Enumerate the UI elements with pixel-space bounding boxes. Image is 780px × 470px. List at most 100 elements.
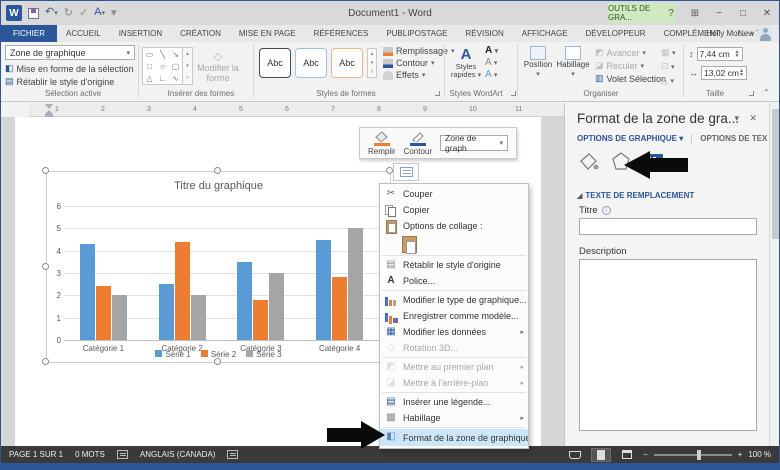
maximize-button[interactable]: □ — [733, 4, 753, 22]
tab-publipostage[interactable]: PUBLIPOSTAGE — [377, 25, 456, 42]
menu-item-couper[interactable]: Couper — [380, 186, 528, 202]
outline-mini-button[interactable]: Contour — [404, 131, 432, 156]
menu-item-rétablir-le-style-d-origine[interactable]: Rétablir le style d'origine — [380, 257, 528, 273]
edit-shape-button[interactable]: ◇ Modifier la forme — [188, 50, 248, 84]
menu-item-options-de-collage[interactable]: Options de collage : — [380, 218, 528, 234]
bar-série-2-cat4[interactable] — [332, 277, 348, 340]
page-indicator[interactable]: PAGE 1 SUR 1 — [9, 450, 63, 459]
account-name[interactable]: Holly Mor... — [706, 29, 746, 38]
fill-mini-button[interactable]: Remplir — [368, 130, 396, 156]
height-spinner[interactable]: 7,44 cm ▲ ▼ — [696, 47, 743, 61]
qat-customize-icon[interactable]: ▾ — [111, 7, 117, 19]
shape-cell-6[interactable]: △ — [143, 72, 156, 84]
print-layout-button[interactable] — [590, 447, 611, 462]
zoom-in-button[interactable]: + — [738, 450, 743, 459]
legend-item-série-3[interactable]: Série 3 — [246, 350, 282, 359]
bar-série-1-cat1[interactable] — [79, 243, 95, 340]
ribbon-options-button[interactable]: ⊞ — [685, 4, 705, 22]
fill-line-icon[interactable] — [579, 151, 599, 171]
save-icon[interactable] — [28, 7, 39, 19]
paste-option-icon[interactable] — [402, 235, 417, 254]
shape-cell-3[interactable]: □ — [143, 60, 156, 72]
shape-style-3[interactable]: Abc — [331, 48, 363, 78]
minimize-button[interactable]: − — [709, 4, 729, 22]
size-dialog-launcher[interactable] — [749, 91, 754, 96]
menu-item-rotation-3d[interactable]: Rotation 3D... — [380, 340, 528, 356]
tab-accueil[interactable]: ACCUEIL — [57, 25, 110, 42]
bar-série-2-cat1[interactable] — [95, 286, 111, 340]
help-button[interactable]: ? — [661, 4, 681, 22]
chart-title[interactable]: Titre du graphique — [47, 180, 390, 192]
word-logo-icon[interactable]: W — [6, 5, 22, 21]
touch-mode-icon[interactable]: ✓ — [79, 7, 88, 19]
shape-cell-8[interactable]: ∿ — [169, 72, 182, 84]
width-spinner[interactable]: 13,02 cm ▲ ▼ — [701, 66, 747, 80]
zoom-slider-thumb[interactable] — [696, 449, 701, 460]
menu-item-modifier-le-type-de-graphique[interactable]: Modifier le type de graphique... — [380, 292, 528, 308]
group-button[interactable]: ⊡ ▾ — [661, 61, 676, 72]
menu-item-mettre-à-l-arrière-plan[interactable]: Mettre à l'arrière-plan ▸ — [380, 375, 528, 391]
menu-item-enregistrer-comme-modèle[interactable]: Enregistrer comme modèle... — [380, 308, 528, 324]
menu-item-format-de-la-zone-de-graphique[interactable]: Format de la zone de graphique... — [380, 429, 528, 446]
chart-element-dropdown[interactable]: Zone de graph ▾ — [440, 133, 508, 153]
tab-insertion[interactable]: INSERTION — [110, 25, 171, 42]
bar-série-1-cat2[interactable] — [158, 284, 174, 340]
rotate-button[interactable]: ◬ ▾ — [661, 75, 676, 86]
selection-handle[interactable] — [42, 358, 49, 365]
bring-forward-button[interactable]: ◩ Avancer ▾ — [595, 47, 666, 58]
section-alt-text[interactable]: ◢ TEXTE DE REMPLACEMENT — [577, 191, 694, 200]
tab-création[interactable]: CRÉATION — [171, 25, 230, 42]
avatar[interactable] — [758, 26, 773, 41]
alt-description-textarea[interactable] — [579, 259, 757, 431]
bar-série-1-cat3[interactable] — [237, 261, 253, 340]
tab-révision[interactable]: RÉVISION — [457, 25, 513, 42]
text-outline-button[interactable]: A ▾ — [485, 57, 498, 68]
align-button[interactable]: ▦ ▾ — [661, 47, 676, 58]
zoom-slider[interactable] — [653, 449, 732, 460]
pane-collapse-icon[interactable]: ▾ — [734, 113, 739, 124]
undo-icon[interactable]: ↶▾ — [45, 7, 58, 19]
tab-mise-en-page[interactable]: MISE EN PAGE — [230, 25, 305, 42]
tab-développeur[interactable]: DÉVELOPPEUR — [577, 25, 655, 42]
first-line-indent-marker[interactable] — [45, 104, 53, 109]
menu-item-insérer-une-légende[interactable]: Insérer une légende... — [380, 394, 528, 410]
pane-close-icon[interactable]: ✕ — [749, 113, 757, 124]
reset-style-button[interactable]: ▤ Rétablir le style d'origine — [5, 76, 135, 87]
selection-handle[interactable] — [42, 263, 49, 270]
wrap-text-button[interactable]: Habillage ▾ — [556, 46, 590, 78]
menu-item-habillage[interactable]: Habillage ▸ — [380, 410, 528, 426]
tab-affichage[interactable]: AFFICHAGE — [513, 25, 577, 42]
alt-title-input[interactable] — [579, 218, 757, 235]
bar-série-3-cat1[interactable] — [111, 295, 127, 340]
selection-handle[interactable] — [42, 167, 49, 174]
word-count[interactable]: 0 MOTS — [75, 450, 105, 459]
collapse-ribbon-icon[interactable]: ⌃ — [763, 88, 770, 97]
redo-icon[interactable]: ↻ — [64, 7, 73, 19]
read-mode-button[interactable] — [565, 448, 585, 462]
chart-elements-button[interactable] — [393, 163, 419, 181]
shape-cell-1[interactable]: ╲ — [156, 48, 169, 60]
shape-style-2[interactable]: Abc — [295, 48, 327, 78]
shape-cell-4[interactable]: ○ — [156, 60, 169, 72]
pane-tab-text-options[interactable]: OPTIONS DE TEX — [691, 134, 767, 143]
shape-style-1[interactable]: Abc — [259, 48, 291, 78]
selection-handle[interactable] — [214, 358, 221, 365]
menu-item-police[interactable]: Police... — [380, 273, 528, 289]
bar-série-3-cat3[interactable] — [269, 273, 285, 340]
menu-item-mettre-au-premier-plan[interactable]: Mettre au premier plan ▸ — [380, 359, 528, 375]
zoom-level[interactable]: 100 % — [748, 450, 771, 459]
selection-handle[interactable] — [214, 167, 221, 174]
macro-record-icon[interactable] — [227, 450, 239, 459]
proofing-icon[interactable] — [116, 450, 128, 459]
shape-cell-0[interactable]: ▭ — [143, 48, 156, 60]
selection-handle[interactable] — [386, 167, 393, 174]
shapes-gallery[interactable]: ▭ ╲ ↘ □ ○ ▢ △ ∟ ∿ — [142, 47, 183, 85]
bar-série-3-cat4[interactable] — [348, 228, 364, 340]
pane-scrollbar[interactable] — [769, 103, 779, 446]
tab-fichier[interactable]: FICHIER — [1, 25, 57, 42]
web-layout-button[interactable] — [617, 448, 637, 462]
shape-cell-7[interactable]: ∟ — [156, 72, 169, 84]
wordart-quick-styles-button[interactable]: A Styles rapides ▾ — [449, 46, 483, 80]
menu-item-copier[interactable]: Copier — [380, 202, 528, 218]
bar-série-2-cat3[interactable] — [253, 299, 269, 340]
